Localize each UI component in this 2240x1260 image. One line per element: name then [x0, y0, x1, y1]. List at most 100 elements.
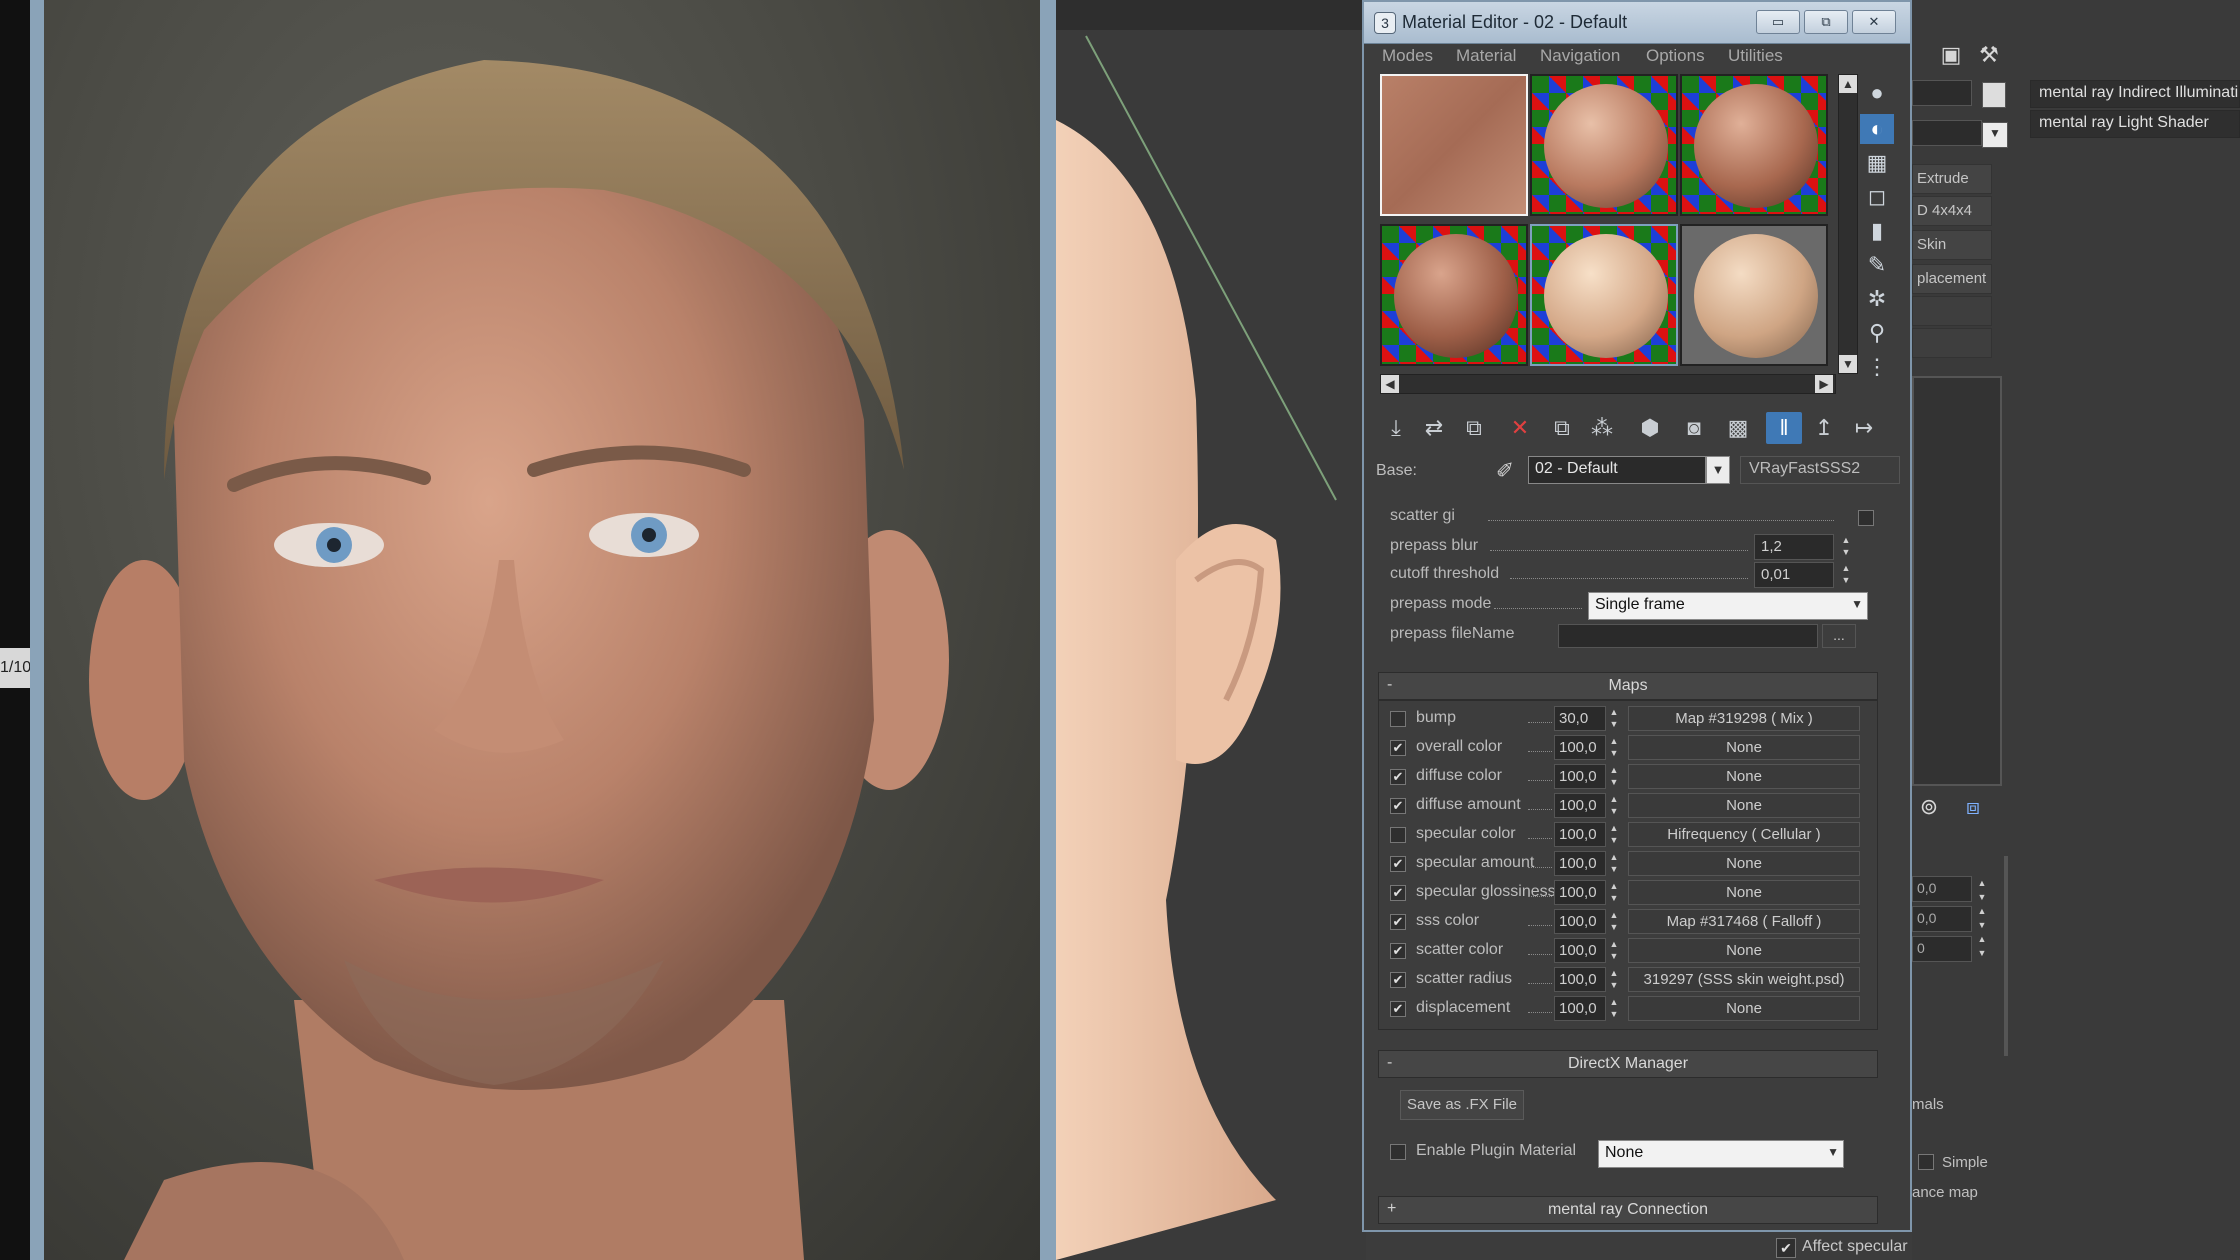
backlight-icon[interactable]: ◐ [1860, 114, 1894, 144]
map-amount-input[interactable]: 100,0 [1554, 996, 1606, 1021]
map-slot-button[interactable]: None [1628, 735, 1860, 760]
show-end-result-icon[interactable]: ‖ [1766, 412, 1802, 444]
go-forward-to-sibling-icon[interactable]: ↦ [1846, 412, 1882, 444]
map-enable-checkbox[interactable]: ✔ [1390, 740, 1406, 756]
spinner-arrows-icon[interactable]: ▲ ▼ ▲ ▼ ▲ ▼ [1976, 876, 1988, 962]
map-amount-input[interactable]: 100,0 [1554, 967, 1606, 992]
map-slot-button[interactable]: Map #317468 ( Falloff ) [1628, 909, 1860, 934]
map-slot-button[interactable]: 319297 (SSS skin weight.psd) [1628, 967, 1860, 992]
map-amount-input[interactable]: 100,0 [1554, 822, 1606, 847]
map-amount-input[interactable]: 100,0 [1554, 909, 1606, 934]
menu-modes[interactable]: Modes [1382, 46, 1433, 66]
modifier-stack-list[interactable] [1912, 376, 2002, 786]
spinner-arrows-icon[interactable]: ▲ ▼ [1608, 822, 1620, 847]
map-enable-checkbox[interactable]: ✔ [1390, 885, 1406, 901]
close-button[interactable]: ✕ [1852, 10, 1896, 34]
scroll-up-arrow-icon[interactable]: ▲ [1839, 75, 1857, 93]
menu-options[interactable]: Options [1646, 46, 1705, 66]
spinner-arrows-icon[interactable]: ▲ ▼ [1608, 851, 1620, 876]
configure-modifier-sets-icon[interactable]: ⧈ [1956, 792, 1990, 822]
pin-stack-icon[interactable]: ⊚ [1912, 792, 1946, 822]
modifier-stack-item[interactable]: Skin [1912, 230, 1992, 260]
map-enable-checkbox[interactable]: ✔ [1390, 1001, 1406, 1017]
chevron-down-icon[interactable]: ▼ [1982, 122, 2008, 148]
perspective-viewport[interactable] [1056, 0, 1366, 1260]
map-slot-button[interactable]: Map #319298 ( Mix ) [1628, 706, 1860, 731]
map-slot-button[interactable]: None [1628, 793, 1860, 818]
affect-specular-checkbox[interactable]: ✔ [1776, 1238, 1796, 1258]
map-slot-button[interactable]: Hifrequency ( Cellular ) [1628, 822, 1860, 847]
enable-plugin-checkbox[interactable] [1390, 1144, 1406, 1160]
spinner-arrows-icon[interactable]: ▲ ▼ [1608, 909, 1620, 934]
map-slot-button[interactable]: None [1628, 880, 1860, 905]
sample-slot-2[interactable] [1530, 74, 1678, 216]
spinner-arrows-icon[interactable]: ▲ ▼ [1608, 967, 1620, 992]
spinner-field[interactable]: 0,0 [1912, 906, 1972, 932]
get-material-icon[interactable]: ⤓ [1378, 412, 1414, 444]
map-enable-checkbox[interactable]: ✔ [1390, 769, 1406, 785]
go-to-parent-icon[interactable]: ↥ [1806, 412, 1842, 444]
plugin-material-dropdown[interactable]: None ▼ [1598, 1140, 1844, 1168]
utilities-hammer-icon[interactable]: ⚒ [1972, 40, 2006, 70]
map-amount-input[interactable]: 100,0 [1554, 851, 1606, 876]
slots-horizontal-scrollbar[interactable]: ◀ ▶ [1380, 374, 1836, 394]
cutoff-threshold-input[interactable]: 0,01 [1754, 562, 1834, 588]
map-amount-input[interactable]: 100,0 [1554, 793, 1606, 818]
put-material-to-scene-icon[interactable]: ⇄ [1416, 412, 1452, 444]
spinner-field[interactable]: 0,0 [1912, 876, 1972, 902]
material-map-navigator-icon[interactable]: ⋮ [1860, 352, 1894, 382]
restore-button[interactable]: ⧉ [1804, 10, 1848, 34]
prepass-blur-input[interactable]: 1,2 [1754, 534, 1834, 560]
menu-navigation[interactable]: Navigation [1540, 46, 1620, 66]
prepass-filename-input[interactable] [1558, 624, 1818, 648]
material-id-channel-icon[interactable]: ◙ [1676, 412, 1712, 444]
make-preview-icon[interactable]: ✎ [1860, 250, 1894, 280]
put-to-library-icon[interactable]: ⬢ [1632, 412, 1668, 444]
map-enable-checkbox[interactable]: ✔ [1390, 914, 1406, 930]
select-by-material-icon[interactable]: ⚲ [1860, 318, 1894, 348]
name-field[interactable] [1912, 80, 1972, 106]
modifier-stack-item[interactable]: D 4x4x4 [1912, 196, 1992, 226]
shader-list-item[interactable]: mental ray Light Shader [2030, 110, 2240, 138]
slots-vertical-scrollbar[interactable]: ▲ ▼ [1838, 74, 1858, 374]
sample-type-sphere-icon[interactable]: ● [1860, 78, 1894, 108]
spinner-field[interactable]: 0 [1912, 936, 1972, 962]
map-enable-checkbox[interactable] [1390, 711, 1406, 727]
spinner-arrows-icon[interactable]: ▲ ▼ [1608, 880, 1620, 905]
reset-map-icon[interactable]: ✕ [1502, 412, 1538, 444]
sample-uv-tiling-icon[interactable]: ◻ [1860, 182, 1894, 212]
map-amount-input[interactable]: 100,0 [1554, 880, 1606, 905]
save-fx-file-button[interactable]: Save as .FX File [1400, 1090, 1524, 1120]
chevron-down-icon[interactable]: ▼ [1706, 456, 1730, 484]
shader-list-item[interactable]: mental ray Indirect Illuminati [2030, 80, 2240, 108]
map-amount-input[interactable]: 30,0 [1554, 706, 1606, 731]
show-map-in-viewport-icon[interactable]: ▩ [1720, 412, 1756, 444]
menu-utilities[interactable]: Utilities [1728, 46, 1783, 66]
modifier-stack-item[interactable]: Extrude [1912, 164, 1992, 194]
scatter-gi-checkbox[interactable] [1858, 510, 1874, 526]
map-enable-checkbox[interactable]: ✔ [1390, 856, 1406, 872]
modifier-stack-item[interactable] [1912, 296, 1992, 326]
map-slot-button[interactable]: None [1628, 851, 1860, 876]
directx-rollout-header[interactable]: - DirectX Manager [1378, 1050, 1878, 1078]
map-amount-input[interactable]: 100,0 [1554, 938, 1606, 963]
background-checker-icon[interactable]: ▦ [1860, 148, 1894, 178]
make-material-copy-icon[interactable]: ⧉ [1544, 412, 1580, 444]
menu-material[interactable]: Material [1456, 46, 1516, 66]
scroll-down-arrow-icon[interactable]: ▼ [1839, 355, 1857, 373]
scroll-right-arrow-icon[interactable]: ▶ [1815, 375, 1833, 393]
sample-slot-5[interactable] [1530, 224, 1678, 366]
options-icon[interactable]: ✲ [1860, 284, 1894, 314]
spinner-arrows-icon[interactable]: ▲ ▼ [1840, 534, 1852, 560]
video-color-check-icon[interactable]: ▮ [1860, 216, 1894, 246]
spinner-arrows-icon[interactable]: ▲ ▼ [1608, 938, 1620, 963]
spinner-arrows-icon[interactable]: ▲ ▼ [1608, 706, 1620, 731]
sample-slot-3[interactable] [1680, 74, 1828, 216]
map-enable-checkbox[interactable]: ✔ [1390, 972, 1406, 988]
material-name-field[interactable]: 02 - Default [1528, 456, 1706, 484]
map-enable-checkbox[interactable]: ✔ [1390, 943, 1406, 959]
map-enable-checkbox[interactable] [1390, 827, 1406, 843]
prepass-mode-dropdown[interactable]: Single frame ▼ [1588, 592, 1868, 620]
spinner-arrows-icon[interactable]: ▲ ▼ [1840, 562, 1852, 588]
map-slot-button[interactable]: None [1628, 938, 1860, 963]
